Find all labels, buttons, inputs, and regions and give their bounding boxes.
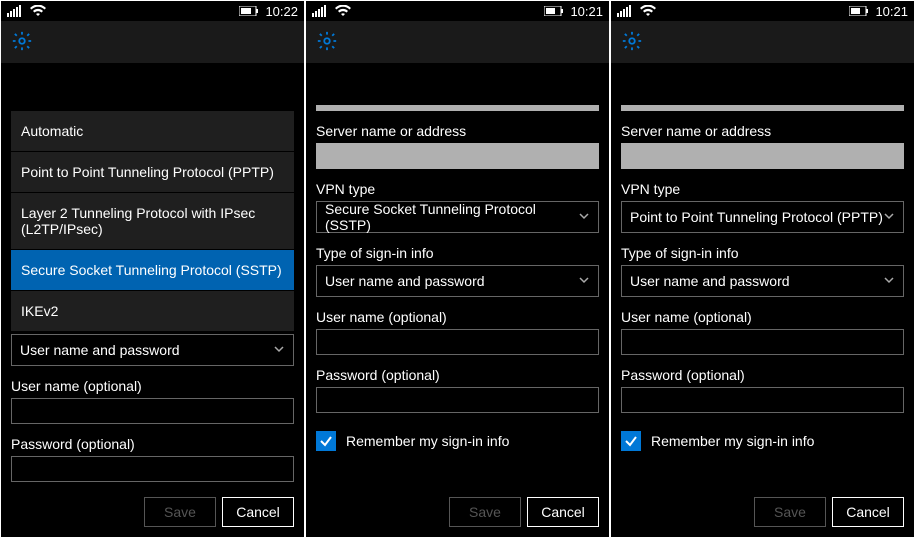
chevron-down-icon [578, 209, 590, 225]
signal-icon [312, 5, 327, 17]
connection-name-input-partial[interactable] [621, 105, 904, 111]
status-bar: 10:21 [611, 1, 914, 21]
username-label: User name (optional) [316, 309, 599, 325]
vpn-type-value: Point to Point Tunneling Protocol (PPTP) [630, 209, 883, 225]
content-area: Server name or address VPN type Secure S… [306, 63, 609, 489]
remember-label: Remember my sign-in info [651, 433, 814, 449]
chevron-down-icon [883, 273, 895, 289]
signal-icon [7, 5, 22, 17]
vpn-type-option-ikev2[interactable]: IKEv2 [11, 291, 294, 332]
username-label: User name (optional) [11, 378, 294, 394]
chevron-down-icon [273, 342, 285, 358]
phone-screen-2: 10:21 Server name or address VPN type Se… [306, 1, 609, 537]
app-bar [611, 21, 914, 63]
username-label: User name (optional) [621, 309, 904, 325]
password-input[interactable] [621, 387, 904, 413]
battery-icon [239, 6, 259, 16]
signin-type-value: User name and password [630, 273, 790, 289]
battery-icon [849, 6, 869, 16]
wifi-icon [30, 5, 46, 17]
signin-type-value: User name and password [20, 342, 180, 358]
remember-label: Remember my sign-in info [346, 433, 509, 449]
server-input[interactable] [316, 143, 599, 169]
server-input[interactable] [621, 143, 904, 169]
cancel-button[interactable]: Cancel [832, 497, 904, 527]
cancel-button[interactable]: Cancel [222, 497, 294, 527]
password-label: Password (optional) [316, 367, 599, 383]
clock: 10:21 [570, 4, 603, 19]
vpn-type-option-pptp[interactable]: Point to Point Tunneling Protocol (PPTP) [11, 152, 294, 193]
status-bar: 10:22 [1, 1, 304, 21]
remember-checkbox[interactable] [621, 431, 641, 451]
username-input[interactable] [316, 329, 599, 355]
vpn-type-select[interactable]: Point to Point Tunneling Protocol (PPTP) [621, 201, 904, 233]
button-bar: Save Cancel [611, 489, 914, 537]
app-bar [306, 21, 609, 63]
signin-type-select[interactable]: User name and password [11, 334, 294, 366]
vpn-type-option-automatic[interactable]: Automatic [11, 111, 294, 152]
signin-type-select[interactable]: User name and password [621, 265, 904, 297]
vpn-type-option-l2tp[interactable]: Layer 2 Tunneling Protocol with IPsec (L… [11, 193, 294, 250]
signin-type-label: Type of sign-in info [316, 245, 599, 261]
chevron-down-icon [578, 273, 590, 289]
vpn-type-select[interactable]: Secure Socket Tunneling Protocol (SSTP) [316, 201, 599, 233]
signal-icon [617, 5, 632, 17]
save-button[interactable]: Save [144, 497, 216, 527]
vpn-type-option-sstp[interactable]: Secure Socket Tunneling Protocol (SSTP) [11, 250, 294, 291]
gear-icon [621, 30, 643, 55]
vpn-type-value: Secure Socket Tunneling Protocol (SSTP) [325, 201, 578, 233]
save-button[interactable]: Save [754, 497, 826, 527]
server-label: Server name or address [316, 123, 599, 139]
chevron-down-icon [883, 209, 895, 225]
wifi-icon [335, 5, 351, 17]
server-label: Server name or address [621, 123, 904, 139]
content-area: Automatic Point to Point Tunneling Proto… [1, 63, 304, 489]
button-bar: Save Cancel [306, 489, 609, 537]
phone-screen-3: 10:21 Server name or address VPN type Po… [611, 1, 914, 537]
app-bar [1, 21, 304, 63]
signin-type-label: Type of sign-in info [621, 245, 904, 261]
gear-icon [11, 30, 33, 55]
username-input[interactable] [621, 329, 904, 355]
phone-screen-1: 10:22 Automatic Point to Point Tunneling… [1, 1, 304, 537]
password-label: Password (optional) [621, 367, 904, 383]
password-input[interactable] [11, 456, 294, 482]
gear-icon [316, 30, 338, 55]
battery-icon [544, 6, 564, 16]
username-input[interactable] [11, 398, 294, 424]
password-input[interactable] [316, 387, 599, 413]
vpn-type-dropdown-list: Automatic Point to Point Tunneling Proto… [11, 111, 294, 332]
password-label: Password (optional) [11, 436, 294, 452]
button-bar: Save Cancel [1, 489, 304, 537]
cancel-button[interactable]: Cancel [527, 497, 599, 527]
content-area: Server name or address VPN type Point to… [611, 63, 914, 489]
remember-checkbox[interactable] [316, 431, 336, 451]
connection-name-input-partial[interactable] [316, 105, 599, 111]
wifi-icon [640, 5, 656, 17]
signin-type-select[interactable]: User name and password [316, 265, 599, 297]
vpn-type-label: VPN type [316, 181, 599, 197]
vpn-type-label: VPN type [621, 181, 904, 197]
clock: 10:22 [265, 4, 298, 19]
save-button[interactable]: Save [449, 497, 521, 527]
status-bar: 10:21 [306, 1, 609, 21]
signin-type-value: User name and password [325, 273, 485, 289]
clock: 10:21 [875, 4, 908, 19]
